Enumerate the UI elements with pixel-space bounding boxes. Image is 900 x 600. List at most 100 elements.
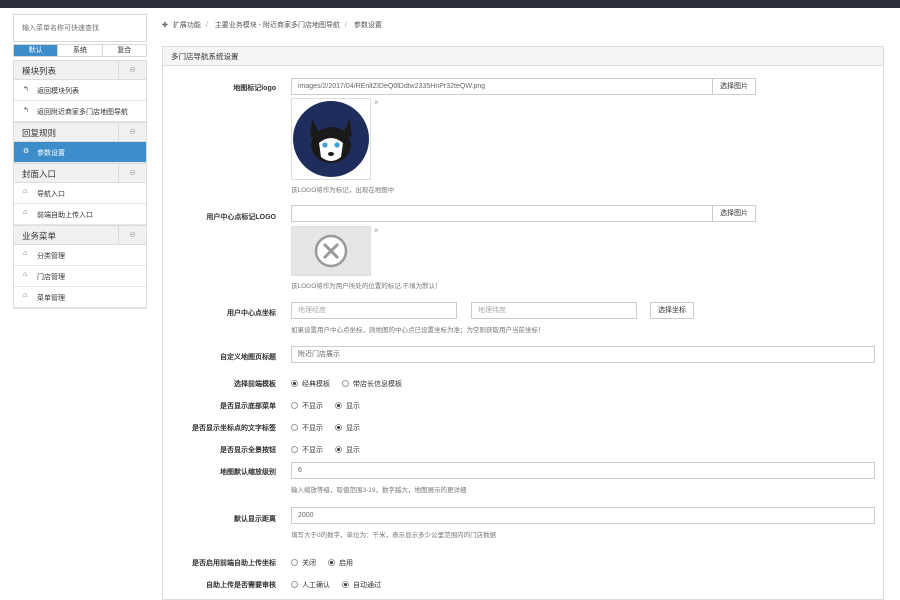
remove-map-logo-icon[interactable]: × (374, 98, 379, 107)
breadcrumb-item[interactable]: 扩展功能 (173, 22, 201, 29)
map-logo-input[interactable]: images/2/2017/04/REnltZIDeQ0lDdtw2335HnP… (291, 78, 713, 95)
radio-button[interactable] (335, 402, 342, 409)
zoom-input[interactable]: 6 (291, 462, 875, 479)
menu-search-input[interactable] (13, 14, 147, 42)
map-logo-help: 该LOGO将作为标记，出现在地图中 (291, 187, 395, 194)
select-coordinate-button[interactable]: 选择坐标 (650, 302, 694, 319)
map-logo-label: 地图标记logo (233, 85, 276, 92)
collapse-icon[interactable]: ⊖ (118, 164, 146, 182)
collapse-icon[interactable]: ⊖ (118, 226, 146, 244)
menu-item-label: 参数设置 (37, 150, 65, 157)
radio-label: 显示 (346, 425, 360, 432)
menu-item[interactable]: ⌂ 前端自助上传入口 (14, 204, 146, 225)
radio-button[interactable] (291, 559, 298, 566)
distance-input[interactable]: 2000 (291, 507, 875, 524)
gear-icon: ⚙ (23, 148, 30, 155)
radio-button[interactable] (328, 559, 335, 566)
radio-button[interactable] (291, 402, 298, 409)
menu-group-header[interactable]: 模块列表 ⊖ (14, 60, 146, 80)
radio-button[interactable] (291, 446, 298, 453)
radio-label: 启用 (339, 560, 353, 567)
radio-button[interactable] (291, 581, 298, 588)
entry-icon: ⌂ (23, 292, 28, 299)
sidebar: 默认 系统 复合 模块列表 ⊖ ↰ 返回模块列表 ↰ 返回附近商家多门店地图导航回复规则 ⊖… (13, 14, 147, 309)
menu-item-label: 前端自助上传入口 (37, 212, 93, 219)
menu-item[interactable]: ⌂ 门店管理 (14, 266, 146, 287)
menu-item[interactable]: ⌂ 分类管理 (14, 245, 146, 266)
menu-item-label: 返回模块列表 (37, 88, 79, 95)
center-logo-preview (291, 226, 371, 276)
menu-item[interactable]: ⌂ 导航入口 (14, 183, 146, 204)
radio-label: 显示 (346, 447, 360, 454)
zoom-help: 输入缩放等级，取值范围3-19，数字越大，地图展示的更详细 (291, 487, 467, 494)
tab-system[interactable]: 系统 (58, 45, 103, 56)
radio-button[interactable] (335, 446, 342, 453)
menu-item-label: 门店管理 (37, 274, 65, 281)
menu-item-label: 分类管理 (37, 253, 65, 260)
menu-tabs: 默认 系统 复合 (13, 44, 147, 57)
radio-label: 人工确认 (302, 582, 330, 589)
settings-panel: 多门店导航系统设置 地图标记logo images/2/2017/04/REnl… (162, 46, 884, 600)
menu-group-title: 模块列表 (22, 66, 57, 76)
breadcrumb-item[interactable]: 主要业务模块 - 附近商家多门店地图导航 (215, 22, 340, 29)
menu-item[interactable]: ⚙ 参数设置 (14, 142, 146, 163)
longitude-input[interactable]: 地理经度 (291, 302, 457, 319)
side-menu: 模块列表 ⊖ ↰ 返回模块列表 ↰ 返回附近商家多门店地图导航 回复规则 ⊖ ⚙ 参数设置 封面入口… (13, 60, 147, 309)
template-label: 选择前端模板 (234, 381, 276, 388)
radio-button[interactable] (342, 581, 349, 588)
map-logo-select-button[interactable]: 选择图片 (712, 78, 756, 95)
menu-item[interactable]: ↰ 返回附近商家多门店地图导航 (14, 101, 146, 122)
map-logo-preview (291, 98, 371, 180)
menu-group-header[interactable]: 回复规则 ⊖ (14, 122, 146, 142)
distance-label: 默认显示距离 (234, 516, 276, 523)
breadcrumb: ✤ 扩展功能 / 主要业务模块 - 附近商家多门店地图导航 / 参数设置 (162, 22, 382, 29)
custom-title-input[interactable]: 附近门店展示 (291, 346, 875, 363)
radio-label: 不显示 (302, 425, 323, 432)
panel-title: 多门店导航系统设置 (163, 47, 883, 66)
top-bar (0, 0, 900, 8)
menu-group-title: 回复规则 (22, 128, 57, 138)
menu-group-header[interactable]: 封面入口 ⊖ (14, 163, 146, 183)
radio-button[interactable] (342, 380, 349, 387)
center-logo-input[interactable] (291, 205, 713, 222)
entry-icon: ⌂ (23, 188, 28, 195)
menu-item-label: 导航入口 (37, 191, 65, 198)
bottom-menu-label: 是否显示底部菜单 (220, 403, 276, 410)
breadcrumb-current: 参数设置 (353, 22, 382, 29)
collapse-icon[interactable]: ⊖ (118, 123, 146, 141)
menu-group-title: 业务菜单 (22, 231, 57, 241)
remove-center-logo-icon[interactable]: × (374, 226, 379, 235)
fullscreen-label: 是否显示全景按钮 (220, 447, 276, 454)
center-logo-select-button[interactable]: 选择图片 (712, 205, 756, 222)
radio-label: 不显示 (302, 403, 323, 410)
radio-label: 关闭 (302, 560, 316, 567)
collapse-icon[interactable]: ⊖ (118, 61, 146, 79)
bottom-menu-radios: 不显示 显示 (291, 401, 372, 411)
fullscreen-radios: 不显示 显示 (291, 445, 372, 455)
radio-label: 显示 (346, 403, 360, 410)
custom-title-label: 自定义地图页标题 (220, 354, 276, 361)
menu-group-header[interactable]: 业务菜单 ⊖ (14, 225, 146, 245)
center-coord-help: 如果设置用户中心点坐标，则地图的中心点已设置坐标为准；为空则获取用户当前坐标！ (291, 327, 545, 334)
menu-item[interactable]: ⌂ 菜单管理 (14, 287, 146, 308)
radio-button[interactable] (335, 424, 342, 431)
return-icon: ↰ (23, 107, 29, 114)
menu-item-label: 菜单管理 (37, 295, 65, 302)
tab-default[interactable]: 默认 (14, 45, 59, 56)
zoom-label: 地图默认缩放级别 (220, 469, 276, 476)
center-logo-help: 该LOGO将作为用户所处的位置的标记,不填为默认！ (291, 283, 442, 290)
center-coord-label: 用户中心点坐标 (227, 310, 276, 317)
distance-help: 填写大于0的数字，单位为：千米，表示显示多少公里范围内的门店数据 (291, 532, 497, 539)
menu-item[interactable]: ↰ 返回模块列表 (14, 80, 146, 101)
menu-group-title: 封面入口 (22, 169, 57, 179)
entry-icon: ⌂ (23, 271, 28, 278)
self-upload-radios: 关闭 启用 (291, 558, 365, 568)
main-content: ✤ 扩展功能 / 主要业务模块 - 附近商家多门店地图导航 / 参数设置 多门店导航… (162, 14, 887, 600)
tab-compound[interactable]: 复合 (102, 45, 146, 56)
radio-button[interactable] (291, 380, 298, 387)
menu-item-label: 返回附近商家多门店地图导航 (37, 109, 128, 116)
radio-button[interactable] (291, 424, 298, 431)
marker-label-radios: 不显示 显示 (291, 423, 372, 433)
marker-label-label: 是否显示坐标点的文字标签 (192, 425, 276, 432)
latitude-input[interactable]: 地理纬度 (471, 302, 637, 319)
